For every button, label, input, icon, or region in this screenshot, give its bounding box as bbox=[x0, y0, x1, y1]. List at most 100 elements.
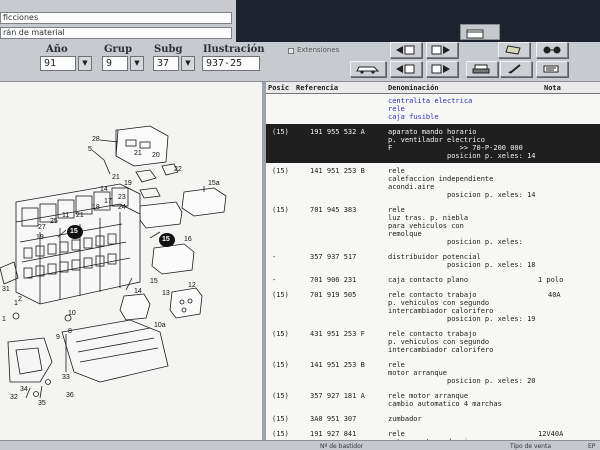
row-denominacion: posicion p. xeles: bbox=[388, 238, 523, 246]
subg-field[interactable]: 37 bbox=[153, 56, 179, 71]
header-field-1[interactable]: ficciones bbox=[0, 12, 232, 24]
glasses-button[interactable] bbox=[536, 42, 568, 58]
ilustracion-field[interactable]: 937-25 bbox=[202, 56, 260, 71]
row-denominacion: posicion p. xeles: 19 bbox=[388, 315, 536, 323]
row-denominacion: intercambiador calorifero bbox=[388, 346, 494, 354]
status-bar: Nº de bastidor Tipo de venta EP bbox=[0, 440, 600, 450]
callout: 33 bbox=[62, 374, 70, 381]
table-row[interactable]: (15) 191 955 532 A aparato mando horario p.… bbox=[266, 124, 600, 163]
callout: 32 bbox=[10, 394, 18, 401]
row-referencia: 701 906 231 bbox=[310, 276, 357, 284]
row-referencia: 141 951 253 B bbox=[310, 361, 365, 369]
table-row[interactable]: (15) 357 927 181 A rele motor arranque camb… bbox=[266, 388, 600, 411]
callout: 2 bbox=[18, 296, 22, 303]
row-denominacion: zumbador bbox=[388, 415, 422, 423]
status-tipo-venta: Tipo de venta bbox=[510, 443, 552, 450]
table-row[interactable]: (15)191 927 841relemotor vent. y desair.… bbox=[266, 426, 600, 440]
callout: 23 bbox=[118, 194, 126, 201]
callout: 11 bbox=[62, 212, 70, 219]
row-posic: - bbox=[272, 276, 277, 284]
callout: 15a bbox=[208, 180, 220, 187]
row-denominacion: distribuidor potencial bbox=[388, 253, 481, 261]
table-row[interactable]: (15) 141 951 253 B rele calefaccion indepen… bbox=[266, 163, 600, 202]
callout: 14 bbox=[100, 186, 108, 193]
edit-button[interactable] bbox=[500, 61, 532, 77]
row-denominacion: posicion p. xeles: 14 bbox=[388, 191, 536, 199]
subg-dropdown[interactable]: ▼ bbox=[181, 56, 195, 71]
row-denominacion: acondi.aire bbox=[388, 183, 435, 191]
notes-icon bbox=[505, 45, 521, 55]
row-referencia: 141 951 253 B bbox=[310, 167, 365, 175]
prev-row-button[interactable] bbox=[390, 61, 422, 77]
grup-field[interactable]: 9 bbox=[102, 56, 128, 71]
row-nota: 1 polo bbox=[538, 276, 564, 284]
intro-line: centralita electrica bbox=[388, 97, 473, 105]
first-page-button[interactable] bbox=[390, 42, 422, 58]
first-page-icon bbox=[396, 45, 415, 55]
table-row[interactable]: (15) 431 951 253 F rele contacto trabajo p.… bbox=[266, 326, 600, 357]
row-nota: 12V40A bbox=[538, 430, 564, 438]
row-denominacion: F >> 70-P-200 000 bbox=[388, 144, 523, 152]
table-row[interactable]: - 701 906 231 caja contacto plano 1 polo bbox=[266, 272, 600, 287]
callout: 12 bbox=[188, 282, 196, 289]
row-posic: (15) bbox=[272, 361, 289, 369]
intro-line: caja fusible bbox=[388, 113, 439, 121]
callout: 21 bbox=[76, 212, 84, 219]
row-posic: (15) bbox=[272, 430, 289, 438]
callout: 17 bbox=[104, 198, 112, 205]
callout: 35 bbox=[38, 400, 46, 407]
ilustracion-label: Ilustración bbox=[203, 44, 265, 55]
extensiones-checkbox[interactable] bbox=[288, 48, 294, 54]
table-row[interactable]: - 357 937 517 distribuidor potencial posic… bbox=[266, 249, 600, 272]
car-icon bbox=[356, 66, 380, 74]
print-button[interactable] bbox=[466, 61, 498, 77]
row-referencia: 701 919 505 bbox=[310, 291, 357, 299]
next-item-button[interactable] bbox=[426, 61, 458, 77]
row-referencia: 357 937 517 bbox=[310, 253, 357, 261]
header-toggle-button[interactable] bbox=[460, 24, 500, 40]
row-denominacion: cambio automatico 4 marchas bbox=[388, 400, 502, 408]
callout: 27 bbox=[38, 224, 46, 231]
callout: 19 bbox=[124, 180, 132, 187]
stamp-button[interactable] bbox=[536, 61, 568, 77]
list-intro: centralita electrica rele caja fusible bbox=[266, 94, 600, 124]
badge-label: 15 bbox=[70, 228, 78, 235]
table-row[interactable]: (15) 141 951 253 B rele motor arranque posi… bbox=[266, 357, 600, 388]
prev-page-button[interactable] bbox=[426, 42, 458, 58]
ano-dropdown[interactable]: ▼ bbox=[78, 56, 92, 71]
status-ep: EP bbox=[588, 443, 596, 450]
badge-label: 15 bbox=[162, 236, 170, 243]
row-denominacion: aparato mando horario bbox=[388, 128, 477, 136]
ano-field[interactable]: 91 bbox=[40, 56, 76, 71]
notes-button[interactable] bbox=[498, 42, 530, 58]
exploded-diagram[interactable]: 28 21 5 20 22 15a 19 21 14 23 17 18 24 2… bbox=[0, 82, 262, 440]
callout: 36 bbox=[66, 392, 74, 399]
row-posic: (15) bbox=[272, 167, 289, 175]
callout: 19 bbox=[36, 234, 44, 241]
subg-label: Subg bbox=[154, 44, 183, 55]
table-row[interactable]: (15) 3A0 951 307 zumbador bbox=[266, 411, 600, 426]
vehicle-button[interactable] bbox=[350, 61, 386, 77]
col-denominacion[interactable]: Denominación bbox=[388, 84, 439, 92]
row-denominacion: rele contacto trabajo bbox=[388, 330, 477, 338]
row-referencia: 357 927 181 A bbox=[310, 392, 365, 400]
callout: 16 bbox=[184, 236, 192, 243]
header-field-2[interactable]: rán de material bbox=[0, 27, 232, 39]
parts-list: Posic Referencia Denominación Nota centr… bbox=[266, 82, 600, 440]
row-posic: (15) bbox=[272, 330, 289, 338]
callout: 21 bbox=[112, 174, 120, 181]
row-posic: (15) bbox=[272, 415, 289, 423]
table-row[interactable]: (15) 701 945 383 rele luz tras. p. niebla pa… bbox=[266, 202, 600, 249]
callout: 5 bbox=[88, 146, 92, 153]
col-referencia[interactable]: Referencia bbox=[296, 84, 338, 92]
row-denominacion: para vehiculos con bbox=[388, 222, 464, 230]
row-denominacion: rele bbox=[388, 206, 405, 214]
row-denominacion: rele bbox=[388, 167, 405, 175]
grup-dropdown[interactable]: ▼ bbox=[130, 56, 144, 71]
col-nota[interactable]: Nota bbox=[544, 84, 561, 92]
table-row[interactable]: (15) 701 919 505 rele contacto trabajo p. v… bbox=[266, 287, 600, 326]
callout: 8 bbox=[68, 328, 72, 335]
col-posic[interactable]: Posic bbox=[268, 84, 289, 92]
row-nota: 40A bbox=[548, 291, 561, 299]
row-denominacion: posicion p. xeles: 20 bbox=[388, 377, 536, 385]
